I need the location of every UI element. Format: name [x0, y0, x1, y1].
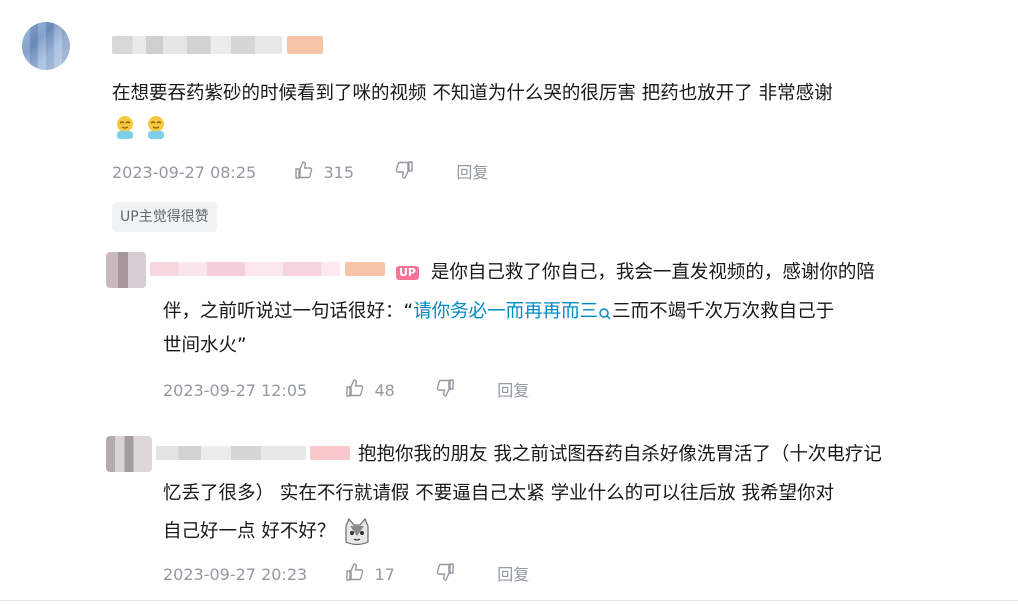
reply-meta: 2023-09-27 12:05 48 回复 — [163, 378, 529, 400]
doge-emoji-icon — [143, 114, 169, 140]
level-badge-blurred — [310, 446, 350, 460]
reply-text-segment: 世间水火” — [163, 335, 247, 356]
reply-meta: 2023-09-27 20:23 17 回复 — [163, 562, 529, 584]
like-count: 48 — [374, 381, 395, 400]
reply-text-segment: 自己好一点 好不好？ — [163, 521, 336, 542]
up-badge: UP — [396, 266, 419, 280]
thumb-down-icon[interactable] — [435, 562, 455, 588]
reply-text-segment: 伴，之前听说过一句话很好：“ — [163, 301, 414, 322]
avatar[interactable] — [22, 22, 70, 70]
reply-text-segment: 是你自己救了你自己，我会一直发视频的，感谢你的陪 — [430, 262, 875, 283]
reply-username-blurred[interactable] — [150, 262, 340, 276]
comment-text: 在想要吞药紫砂的时候看到了咪的视频 不知道为什么哭的很厉害 把药也放开了 非常感… — [112, 80, 833, 108]
like-count: 17 — [374, 565, 395, 584]
reply-text-segment: 忆丢了很多） 实在不行就请假 不要逼自己太紧 学业什么的可以往后放 我希望你对 — [163, 483, 835, 504]
search-link[interactable]: 请你务必一而再再而三 — [413, 301, 598, 322]
reply-button[interactable]: 回复 — [497, 564, 529, 586]
reply-text-segment: 抱抱你我的朋友 我之前试图吞药自杀好像洗胃活了（十次电疗记 — [358, 444, 882, 465]
thumb-up-icon[interactable] — [345, 562, 365, 588]
comment-meta: 2023-09-27 08:25 315 回复 — [112, 160, 488, 182]
thumb-down-icon[interactable] — [435, 378, 455, 404]
divider — [0, 600, 1018, 601]
reply-text-line3: 世间水火” — [163, 329, 247, 362]
timestamp: 2023-09-27 12:05 — [163, 381, 308, 400]
thumb-down-icon[interactable] — [394, 160, 414, 186]
timestamp: 2023-09-27 08:25 — [112, 163, 257, 182]
reply-text-line1: 抱抱你我的朋友 我之前试图吞药自杀好像洗胃活了（十次电疗记 — [358, 438, 882, 471]
reply-text-segment: 三而不竭千次万次救自己于 — [612, 301, 835, 322]
cat-emoji-icon — [341, 516, 373, 548]
up-liked-tag: UP主觉得很赞 — [112, 202, 217, 232]
username-blurred[interactable] — [112, 36, 282, 56]
level-badge-blurred — [287, 36, 323, 54]
like-count: 315 — [323, 163, 355, 182]
level-badge-blurred — [345, 262, 385, 276]
timestamp: 2023-09-27 20:23 — [163, 565, 308, 584]
reply-text-line2: 伴，之前听说过一句话很好：“请你务必一而再再而三 三而不竭千次万次救自己于 — [163, 295, 834, 332]
reply-username-blurred[interactable] — [156, 446, 306, 460]
reply-button[interactable]: 回复 — [497, 380, 529, 402]
thumb-up-icon[interactable] — [345, 378, 365, 404]
thumb-up-icon[interactable] — [294, 160, 314, 186]
search-icon[interactable] — [598, 299, 612, 332]
doge-emoji-icon — [112, 114, 138, 140]
emoji-row — [112, 114, 169, 144]
reply-text-line2: 忆丢了很多） 实在不行就请假 不要逼自己太紧 学业什么的可以往后放 我希望你对 — [163, 477, 834, 510]
reply-avatar[interactable] — [106, 252, 146, 288]
reply-text: UP 是你自己救了你自己，我会一直发视频的，感谢你的陪 — [396, 256, 996, 289]
reply-button[interactable]: 回复 — [456, 162, 488, 184]
comment-text-line: 在想要吞药紫砂的时候看到了咪的视频 不知道为什么哭的很厉害 把药也放开了 非常感… — [112, 83, 833, 104]
reply-avatar[interactable] — [106, 436, 152, 472]
reply-text-line3: 自己好一点 好不好？ — [163, 515, 373, 548]
